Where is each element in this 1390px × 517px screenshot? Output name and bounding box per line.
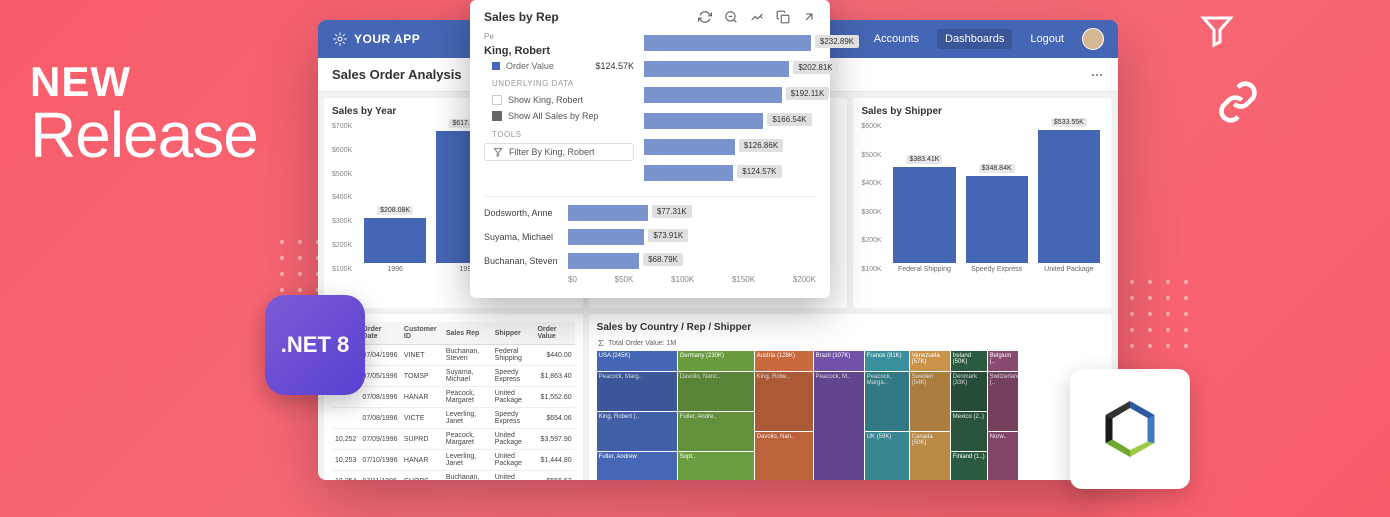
legend-label: Order Value xyxy=(506,61,554,71)
popup-pe-label: Pe xyxy=(484,32,634,41)
show-all-item[interactable]: Show All Sales by Rep xyxy=(484,108,634,124)
popup-toolbar xyxy=(698,10,816,24)
filter-icon xyxy=(493,147,503,157)
treemap[interactable]: USA (245K)Peacock, Marg..King, Robert (.… xyxy=(597,351,1104,480)
popup-bar-chart-bottom[interactable]: Dodsworth, Anne$77.31KSuyama, Michael$73… xyxy=(484,203,816,271)
app-brand-label: YOUR APP xyxy=(354,32,420,46)
menu-icon[interactable] xyxy=(1090,68,1104,82)
product-logo-card xyxy=(1070,369,1190,489)
nav-dashboards[interactable]: Dashboards xyxy=(937,29,1012,49)
popup-title: Sales by Rep xyxy=(484,10,559,24)
show-king-item[interactable]: Show King, Robert xyxy=(484,92,634,108)
popup-header: Sales by Rep xyxy=(484,10,816,24)
link-icon xyxy=(1216,80,1260,124)
dashboard-title: Sales Order Analysis xyxy=(332,67,462,82)
legend-value: $124.57K xyxy=(595,61,634,71)
orders-table[interactable]: Order DateCustomer IDSales RepShipperOrd… xyxy=(332,322,575,480)
shipper-bar-chart[interactable]: $600K$500K$400K$300K$200K$100K $383.41KF… xyxy=(861,123,1104,273)
zoom-out-icon[interactable] xyxy=(724,10,738,24)
expand-icon[interactable] xyxy=(802,10,816,24)
legend-square xyxy=(492,62,500,70)
chart-type-icon[interactable] xyxy=(750,10,764,24)
copy-icon[interactable] xyxy=(776,10,790,24)
shipper-bars: $383.41KFederal Shipping$348.84KSpeedy E… xyxy=(893,123,1100,273)
treemap-panel: Sales by Country / Rep / Shipper Total O… xyxy=(589,314,1112,480)
section-underlying: UNDERLYING DATA xyxy=(484,79,634,88)
panel-title-treemap: Sales by Country / Rep / Shipper xyxy=(597,322,1104,333)
app-nav: Accounts Dashboards Logout xyxy=(874,28,1104,50)
avatar[interactable] xyxy=(1082,28,1104,50)
checkbox-icon xyxy=(492,95,502,105)
panel-title-shipper: Sales by Shipper xyxy=(861,106,1104,117)
nav-logout[interactable]: Logout xyxy=(1030,33,1064,45)
year-yaxis: $700K$600K$500K$400K$300K$200K$100K xyxy=(332,123,352,273)
popup-bar-chart[interactable]: $232.89K$202.81K$192.11K$166.54K$126.86K… xyxy=(644,32,816,184)
sales-by-shipper-panel: Sales by Shipper $600K$500K$400K$300K$20… xyxy=(853,98,1112,308)
funnel-icon xyxy=(1199,12,1235,48)
section-tools: TOOLS xyxy=(484,130,634,139)
hero-release: Release xyxy=(30,98,258,172)
dotnet8-label: .NET 8 xyxy=(281,332,349,358)
app-logo: YOUR APP xyxy=(332,31,420,47)
checkbox-icon xyxy=(492,111,502,121)
dotnet8-badge: .NET 8 xyxy=(265,295,365,395)
app-logo-icon xyxy=(332,31,348,47)
hero-text: NEW Release xyxy=(30,58,258,172)
popup-selected-rep: King, Robert xyxy=(484,45,634,57)
filter-by-item[interactable]: Filter By King, Robert xyxy=(484,143,634,161)
nav-accounts[interactable]: Accounts xyxy=(874,33,919,45)
sigma-icon xyxy=(597,339,605,347)
popup-legend: Order Value $124.57K xyxy=(484,61,634,71)
product-logo-icon xyxy=(1095,394,1165,464)
popup-xaxis-bottom: $0$50K$100K$150K$200K xyxy=(568,275,816,284)
shipper-yaxis: $600K$500K$400K$300K$200K$100K xyxy=(861,123,881,273)
sales-by-rep-popup: Sales by Rep Pe King, Robert Order Value… xyxy=(470,0,830,298)
refresh-icon[interactable] xyxy=(698,10,712,24)
treemap-subtitle: Total Order Value: 1M xyxy=(597,339,1104,347)
